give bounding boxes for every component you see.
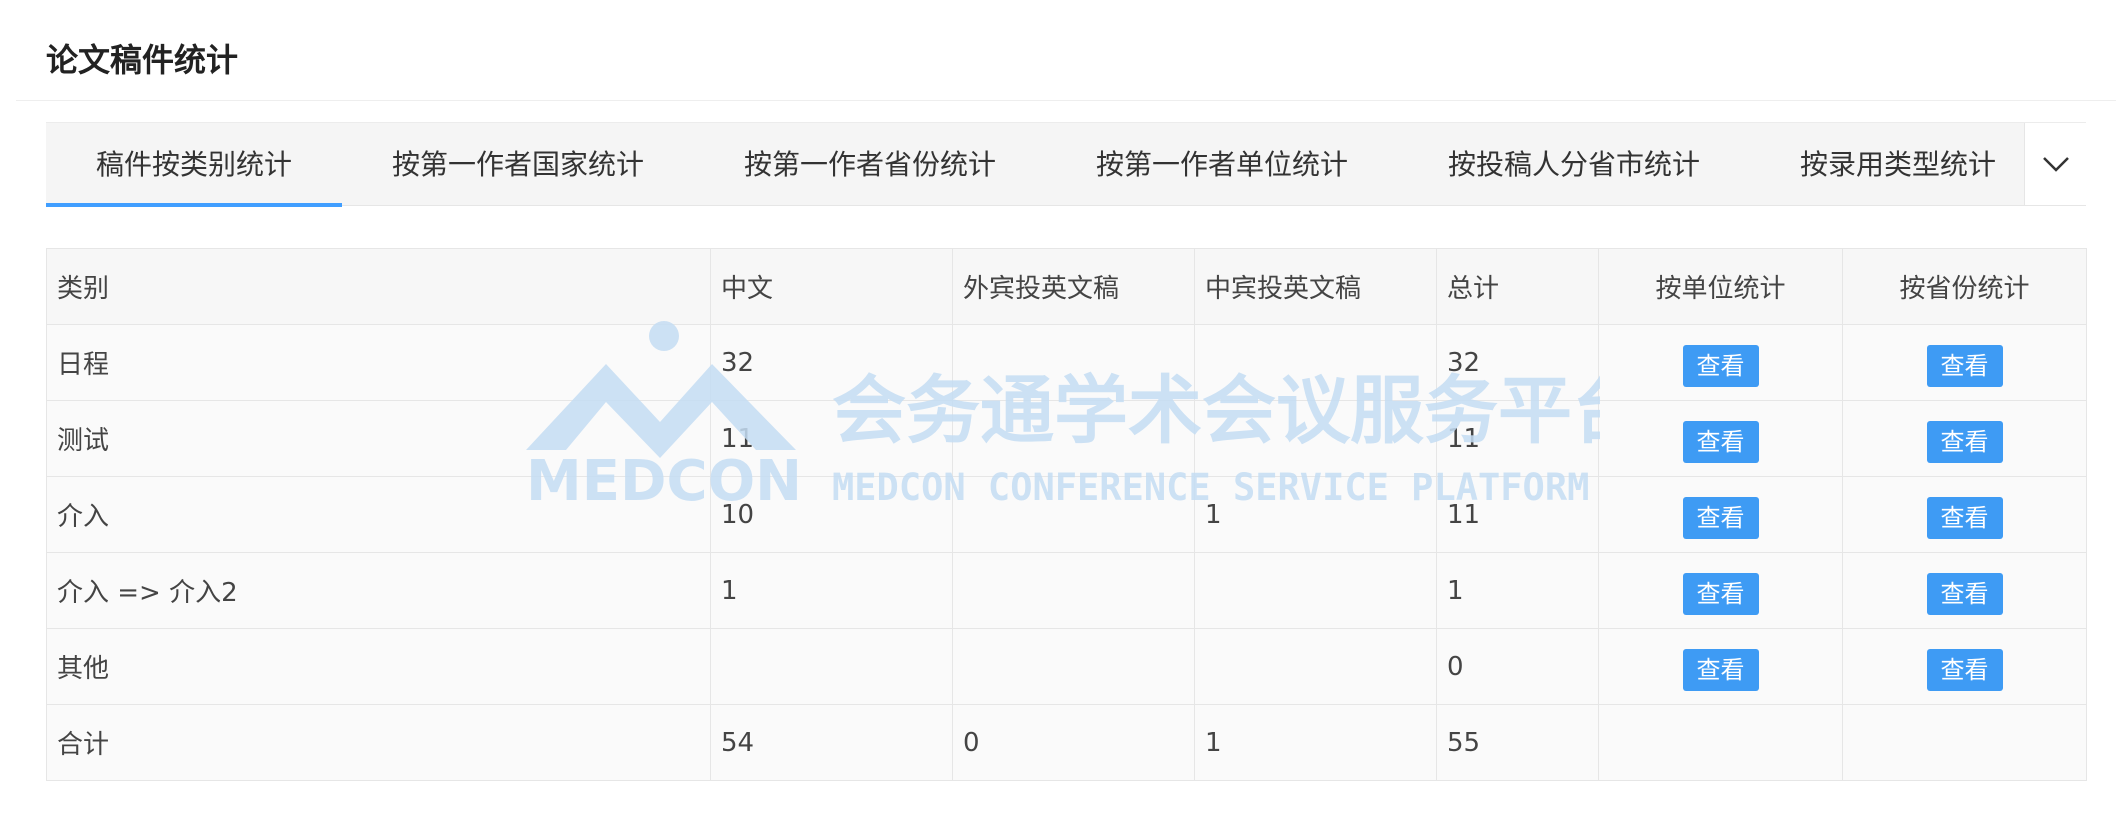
cell-category: 介入 => 介入2 (46, 552, 711, 629)
cell-by-unit: 查看 (1598, 324, 1843, 401)
cell-total: 0 (1436, 628, 1599, 705)
cell-foreign-english: 0 (952, 704, 1195, 781)
cell-by-unit: 查看 (1598, 552, 1843, 629)
cell-category: 测试 (46, 400, 711, 477)
header-foreign-english: 外宾投英文稿 (952, 248, 1195, 325)
cell-by-province: 查看 (1842, 476, 2087, 553)
cell-chinese: 10 (710, 476, 953, 553)
cell-by-province (1842, 704, 2087, 781)
header-by-unit: 按单位统计 (1598, 248, 1843, 325)
cell-by-unit: 查看 (1598, 476, 1843, 553)
table-header-row: 类别 中文 外宾投英文稿 中宾投英文稿 总计 按单位统计 按省份统计 (46, 248, 2087, 325)
cell-foreign-english (952, 324, 1195, 401)
cell-category: 日程 (46, 324, 711, 401)
table-row: 测试 11 11 查看 查看 (46, 400, 2087, 477)
cell-domestic-english (1194, 400, 1437, 477)
cell-by-province: 查看 (1842, 400, 2087, 477)
header-chinese: 中文 (710, 248, 953, 325)
tab-by-category[interactable]: 稿件按类别统计 (46, 123, 342, 207)
cell-total: 11 (1436, 476, 1599, 553)
stats-table: 类别 中文 外宾投英文稿 中宾投英文稿 总计 按单位统计 按省份统计 日程 32… (46, 248, 2087, 781)
cell-by-province: 查看 (1842, 628, 2087, 705)
cell-by-province: 查看 (1842, 324, 2087, 401)
view-by-unit-button[interactable]: 查看 (1682, 496, 1759, 539)
view-by-province-button[interactable]: 查看 (1926, 344, 2003, 387)
cell-by-unit: 查看 (1598, 400, 1843, 477)
cell-chinese: 11 (710, 400, 953, 477)
summary-row: 合计 54 0 1 55 (46, 704, 2087, 781)
table-row: 日程 32 32 查看 查看 (46, 324, 2087, 401)
tab-by-submitter-province-city[interactable]: 按投稿人分省市统计 (1398, 123, 1750, 205)
view-by-province-button[interactable]: 查看 (1926, 496, 2003, 539)
header-total: 总计 (1436, 248, 1599, 325)
tab-by-first-author-province[interactable]: 按第一作者省份统计 (694, 123, 1046, 205)
table-row: 介入 10 1 11 查看 查看 (46, 476, 2087, 553)
page-title: 论文稿件统计 (46, 41, 239, 79)
cell-total: 32 (1436, 324, 1599, 401)
table-row: 其他 0 查看 查看 (46, 628, 2087, 705)
cell-chinese: 32 (710, 324, 953, 401)
cell-foreign-english (952, 400, 1195, 477)
cell-foreign-english (952, 476, 1195, 553)
cell-foreign-english (952, 628, 1195, 705)
chevron-down-icon (2042, 157, 2069, 172)
view-by-province-button[interactable]: 查看 (1926, 420, 2003, 463)
cell-by-unit (1598, 704, 1843, 781)
cell-category: 合计 (46, 704, 711, 781)
view-by-unit-button[interactable]: 查看 (1682, 344, 1759, 387)
title-divider (16, 100, 2116, 101)
cell-domestic-english (1194, 628, 1437, 705)
view-by-province-button[interactable]: 查看 (1926, 648, 2003, 691)
header-domestic-english: 中宾投英文稿 (1194, 248, 1437, 325)
cell-total: 55 (1436, 704, 1599, 781)
tab-by-first-author-unit[interactable]: 按第一作者单位统计 (1046, 123, 1398, 205)
header-category: 类别 (46, 248, 711, 325)
cell-chinese (710, 628, 953, 705)
cell-domestic-english: 1 (1194, 704, 1437, 781)
header-by-province: 按省份统计 (1842, 248, 2087, 325)
cell-category: 其他 (46, 628, 711, 705)
cell-foreign-english (952, 552, 1195, 629)
view-by-unit-button[interactable]: 查看 (1682, 648, 1759, 691)
cell-by-unit: 查看 (1598, 628, 1843, 705)
cell-category: 介入 (46, 476, 711, 553)
view-by-province-button[interactable]: 查看 (1926, 572, 2003, 615)
cell-domestic-english (1194, 552, 1437, 629)
cell-chinese: 1 (710, 552, 953, 629)
view-by-unit-button[interactable]: 查看 (1682, 420, 1759, 463)
cell-domestic-english: 1 (1194, 476, 1437, 553)
cell-chinese: 54 (710, 704, 953, 781)
tab-bar: 稿件按类别统计 按第一作者国家统计 按第一作者省份统计 按第一作者单位统计 按投… (46, 122, 2086, 207)
tab-more-button[interactable] (2024, 123, 2086, 205)
table-row: 介入 => 介入2 1 1 查看 查看 (46, 552, 2087, 629)
cell-total: 1 (1436, 552, 1599, 629)
cell-by-province: 查看 (1842, 552, 2087, 629)
cell-total: 11 (1436, 400, 1599, 477)
tab-by-acceptance-type[interactable]: 按录用类型统计 (1750, 123, 2046, 205)
cell-domestic-english (1194, 324, 1437, 401)
tab-by-first-author-country[interactable]: 按第一作者国家统计 (342, 123, 694, 205)
view-by-unit-button[interactable]: 查看 (1682, 572, 1759, 615)
